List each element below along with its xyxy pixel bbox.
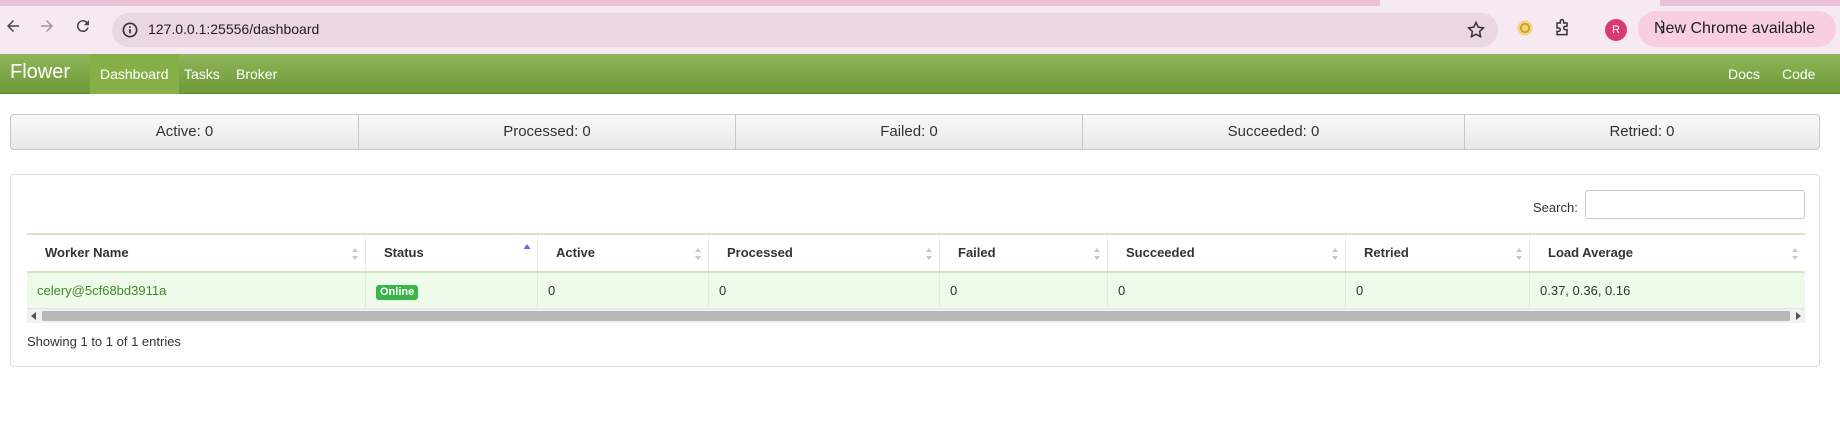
extension-icon[interactable] <box>1515 18 1535 38</box>
sort-icon <box>352 248 358 260</box>
browser-toolbar: 127.0.0.1:25556/dashboard R New Chrome a… <box>0 0 1840 54</box>
nav-code[interactable]: Code <box>1772 54 1825 94</box>
profile-icon[interactable]: R <box>1605 19 1627 41</box>
summary-active[interactable]: Active: 0 <box>11 115 359 149</box>
column-processed[interactable]: Processed <box>709 235 940 271</box>
flower-navbar: Flower Dashboard Tasks Broker Docs Code <box>0 54 1840 94</box>
column-retried[interactable]: Retried <box>1346 235 1530 271</box>
summary-failed[interactable]: Failed: 0 <box>736 115 1083 149</box>
column-worker-name[interactable]: Worker Name <box>27 235 366 271</box>
cell-status: Online <box>366 273 538 308</box>
table-info: Showing 1 to 1 of 1 entries <box>27 334 181 349</box>
sort-ascending-icon <box>523 244 531 249</box>
summary-retried[interactable]: Retried: 0 <box>1465 115 1819 149</box>
status-badge: Online <box>376 285 419 300</box>
chrome-update-button[interactable]: New Chrome available ⋮ <box>1638 11 1836 47</box>
column-active[interactable]: Active <box>538 235 709 271</box>
column-label: Succeeded <box>1126 245 1195 260</box>
scrollbar-thumb[interactable] <box>42 311 1790 321</box>
workers-table: Worker Name Status Active Processed Fail… <box>27 233 1805 309</box>
sort-icon <box>1792 248 1798 260</box>
address-bar[interactable]: 127.0.0.1:25556/dashboard <box>112 13 1498 47</box>
column-label: Failed <box>958 245 996 260</box>
column-label: Load Average <box>1548 245 1634 260</box>
sort-icon <box>695 248 701 260</box>
column-failed[interactable]: Failed <box>940 235 1108 271</box>
sort-icon <box>1516 248 1522 260</box>
cell-succeeded: 0 <box>1108 273 1346 308</box>
cell-load-average: 0.37, 0.36, 0.16 <box>1540 283 1631 298</box>
cell-worker-name: celery@5cf68bd3911a <box>27 273 366 308</box>
column-label: Processed <box>727 245 793 260</box>
column-succeeded[interactable]: Succeeded <box>1108 235 1346 271</box>
more-icon[interactable]: ⋮ <box>1654 19 1824 37</box>
url-text[interactable]: 127.0.0.1:25556/dashboard <box>148 21 319 37</box>
tab-strip <box>0 0 1840 6</box>
brand-logo[interactable]: Flower <box>10 61 70 84</box>
column-label: Retried <box>1364 245 1409 260</box>
workers-panel: Search: Worker Name Status Active Proces… <box>10 174 1820 367</box>
scroll-right-icon[interactable] <box>1791 309 1805 323</box>
table-header: Worker Name Status Active Processed Fail… <box>27 233 1805 273</box>
nav-dashboard[interactable]: Dashboard <box>90 54 179 94</box>
cell-retried: 0 <box>1346 273 1530 308</box>
cell-failed: 0 <box>940 273 1108 308</box>
sort-icon <box>1094 248 1100 260</box>
summary-bar: Active: 0 Processed: 0 Failed: 0 Succeed… <box>10 114 1820 150</box>
nav-broker[interactable]: Broker <box>226 54 287 94</box>
column-status[interactable]: Status <box>366 235 538 271</box>
cell-active: 0 <box>538 273 709 308</box>
forward-icon[interactable] <box>36 15 58 37</box>
nav-tasks[interactable]: Tasks <box>174 54 230 94</box>
column-label: Worker Name <box>45 245 129 260</box>
worker-link[interactable]: celery@5cf68bd3911a <box>37 283 166 298</box>
column-label: Status <box>384 245 424 260</box>
summary-succeeded[interactable]: Succeeded: 0 <box>1083 115 1465 149</box>
puzzle-icon[interactable] <box>1552 18 1572 38</box>
bookmark-star-icon[interactable] <box>1466 20 1486 40</box>
reload-icon[interactable] <box>72 15 94 37</box>
search-input[interactable] <box>1585 190 1805 219</box>
horizontal-scrollbar[interactable] <box>27 309 1805 323</box>
column-label: Active <box>556 245 596 260</box>
nav-docs[interactable]: Docs <box>1718 54 1770 94</box>
sort-icon <box>1332 248 1338 260</box>
back-icon[interactable] <box>2 15 24 37</box>
scroll-left-icon[interactable] <box>27 309 41 323</box>
site-info-icon[interactable] <box>120 20 140 40</box>
cell-processed: 0 <box>709 273 940 308</box>
column-load-average[interactable]: Load Average <box>1530 235 1805 271</box>
table-row: celery@5cf68bd3911a Online 0 0 0 0 0 0.3… <box>27 273 1805 309</box>
search-label: Search: <box>1533 200 1578 215</box>
summary-processed[interactable]: Processed: 0 <box>359 115 736 149</box>
sort-icon <box>926 248 932 260</box>
